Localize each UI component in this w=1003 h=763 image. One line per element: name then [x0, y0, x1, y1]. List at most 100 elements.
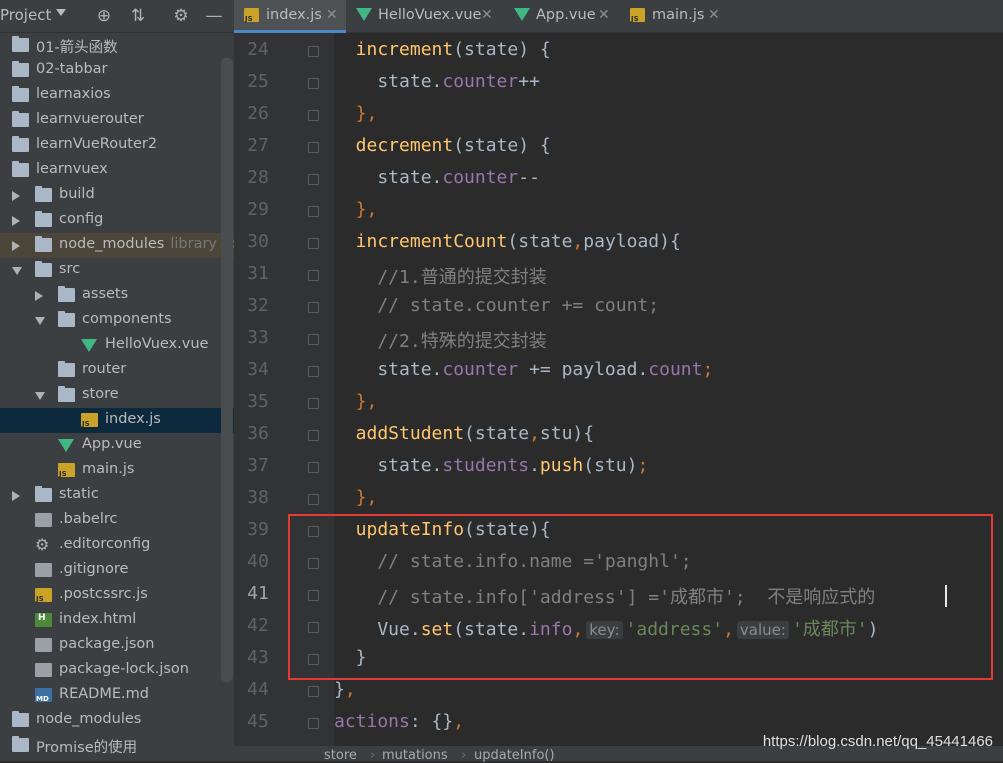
fold-marker-icon[interactable] [308, 398, 319, 409]
close-icon[interactable]: ✕ [326, 7, 338, 23]
tree-item-index-html[interactable]: index.html [0, 608, 234, 633]
tab-main-js[interactable]: main.js ✕ [620, 0, 732, 33]
tree-item-promise[interactable]: Promise的使用 [0, 733, 234, 758]
chevron-right-icon[interactable] [35, 291, 43, 301]
tree-item-label: App.vue [82, 436, 142, 452]
html-file-icon [35, 613, 52, 627]
fold-marker-icon[interactable] [308, 430, 319, 441]
code-token: decrement [334, 135, 454, 156]
tree-item-src[interactable]: src [0, 258, 234, 283]
tree-item-main-js[interactable]: main.js [0, 458, 234, 483]
chevron-right-icon[interactable] [12, 491, 20, 501]
code-line: state.counter++ [334, 71, 540, 92]
code-line: }, [334, 679, 356, 700]
chevron-down-icon[interactable] [35, 317, 45, 325]
tree-item-label: static [59, 486, 99, 502]
tab-hellovuex-vue[interactable]: HelloVuex.vue ✕ [346, 0, 493, 33]
tree-item-label: components [82, 311, 172, 327]
tree-item-static[interactable]: static [0, 483, 234, 508]
chevron-down-icon[interactable] [35, 392, 45, 400]
collapse-icon[interactable]: ⇅ [128, 6, 148, 26]
tree-item-node-modules[interactable]: node_moduleslibrary roo [0, 233, 234, 258]
code-token: } [334, 679, 345, 700]
code-line: //1.普通的提交封装 [334, 263, 547, 289]
tree-item-index-js[interactable]: index.js [0, 408, 234, 433]
close-icon[interactable]: ✕ [708, 7, 720, 23]
chevron-right-icon[interactable] [12, 216, 20, 226]
chevron-down-icon[interactable] [12, 267, 22, 275]
tree-item-components[interactable]: components [0, 308, 234, 333]
tree-item-postcssrc-js[interactable]: .postcssrc.js [0, 583, 234, 608]
code-token: stu){ [539, 423, 595, 444]
tree-item-label: .postcssrc.js [59, 586, 148, 602]
line-number: 33 [247, 327, 269, 348]
tree-item-02-tabbar[interactable]: 02-tabbar [0, 58, 234, 83]
fold-marker-icon[interactable] [308, 494, 319, 505]
gear-icon[interactable]: ⚙ [171, 6, 191, 26]
minimize-icon[interactable]: — [204, 6, 224, 26]
tab-app-vue[interactable]: App.vue ✕ [504, 0, 616, 33]
file-icon [35, 638, 52, 652]
code-line: }, [334, 199, 378, 220]
chevron-right-icon[interactable] [12, 241, 20, 251]
tree-item-package-json[interactable]: package.json [0, 633, 234, 658]
tree-item-label: 01-箭头函数 [36, 40, 118, 56]
tree-item-gitignore[interactable]: .gitignore [0, 558, 234, 583]
fold-marker-icon[interactable] [308, 366, 319, 377]
js-file-icon [58, 463, 75, 478]
tree-item-readme-md[interactable]: README.md [0, 683, 234, 708]
fold-marker-icon[interactable] [308, 270, 319, 281]
target-icon[interactable]: ⊕ [94, 6, 114, 26]
tree-item-label: HelloVuex.vue [105, 336, 209, 352]
tree-item-learnvuerouter2[interactable]: learnVueRouter2 [0, 133, 234, 158]
fold-marker-icon[interactable] [308, 302, 319, 313]
sidebar-scrollbar[interactable] [221, 58, 233, 682]
tree-item-editorconfig[interactable]: ⚙ .editorconfig [0, 533, 234, 558]
tree-item-learnvuerouter[interactable]: learnvuerouter [0, 108, 234, 133]
fold-marker-icon[interactable] [308, 78, 319, 89]
tree-item-label: main.js [82, 461, 135, 477]
tree-item-store[interactable]: store [0, 383, 234, 408]
tree-item-node-modules[interactable]: node_modules [0, 708, 234, 733]
tab-label: HelloVuex.vue [378, 7, 482, 23]
code-token: (stu) [583, 455, 638, 476]
project-view-selector[interactable]: Project [0, 6, 51, 24]
tree-item-learnaxios[interactable]: learnaxios [0, 83, 234, 108]
fold-marker-icon[interactable] [308, 334, 319, 345]
chevron-right-icon[interactable] [12, 191, 20, 201]
fold-marker-icon[interactable] [308, 238, 319, 249]
tree-item-label: learnaxios [36, 86, 111, 102]
tree-item-assets[interactable]: assets [0, 283, 234, 308]
tree-item-config[interactable]: config [0, 208, 234, 233]
tree-item-01[interactable]: 01-箭头函数 [0, 33, 234, 58]
tree-item-label: 02-tabbar [36, 61, 108, 77]
fold-marker-icon[interactable] [308, 110, 319, 121]
chevron-down-icon[interactable] [56, 9, 66, 16]
tree-item-package-lock-json[interactable]: package-lock.json [0, 658, 234, 683]
tab-label: App.vue [536, 7, 596, 23]
tree-item-app-vue[interactable]: App.vue [0, 433, 234, 458]
code-line: }, [334, 391, 378, 412]
tree-item-learnvuex[interactable]: learnvuex [0, 158, 234, 183]
fold-marker-icon[interactable] [308, 142, 319, 153]
tree-item-label: node_modules [36, 711, 142, 727]
folder-icon [58, 286, 75, 302]
fold-marker-icon[interactable] [308, 46, 319, 57]
line-number: 39 [247, 519, 269, 540]
tree-item-label: learnVueRouter2 [36, 136, 158, 152]
code-token: //1.普通的提交封装 [334, 267, 547, 288]
fold-marker-icon[interactable] [308, 718, 319, 729]
tree-item-babelrc[interactable]: .babelrc [0, 508, 234, 533]
tab-index-js[interactable]: index.js ✕ [234, 0, 346, 33]
fold-marker-icon[interactable] [308, 686, 319, 697]
fold-marker-icon[interactable] [308, 462, 319, 473]
tree-item-build[interactable]: build [0, 183, 234, 208]
tree-item-hellovuex-vue[interactable]: HelloVuex.vue [0, 333, 234, 358]
close-icon[interactable]: ✕ [481, 7, 493, 23]
tree-item-label: index.js [105, 411, 161, 427]
close-icon[interactable]: ✕ [598, 7, 610, 23]
fold-marker-icon[interactable] [308, 206, 319, 217]
tree-item-router[interactable]: router [0, 358, 234, 383]
code-line: state.students.push(stu); [334, 455, 648, 476]
fold-marker-icon[interactable] [308, 174, 319, 185]
